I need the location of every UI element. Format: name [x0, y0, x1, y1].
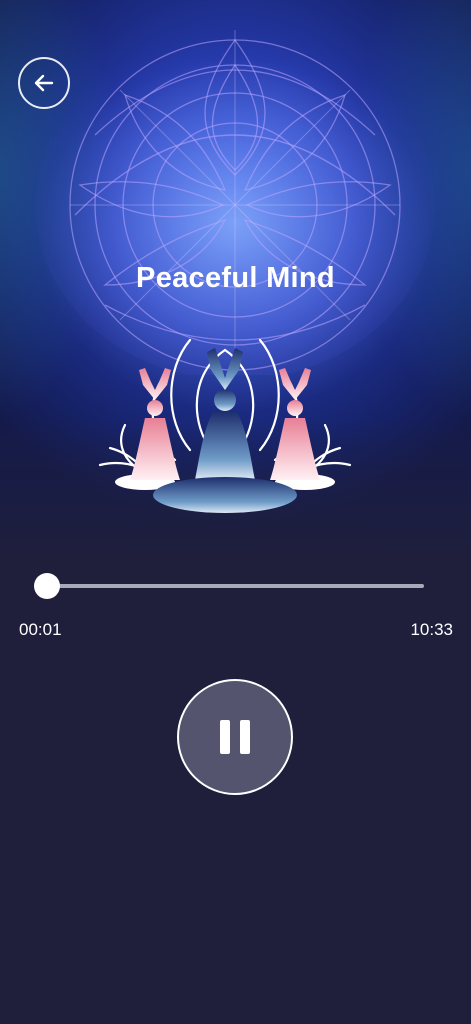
track-title: Peaceful Mind: [136, 262, 335, 294]
progress-thumb[interactable]: [33, 573, 60, 599]
pause-button[interactable]: [177, 679, 293, 795]
arrow-left-icon: [34, 74, 54, 92]
mandala-background: [35, 30, 435, 375]
progress-track[interactable]: [46, 584, 424, 588]
elapsed-time: 00:01: [19, 620, 62, 639]
meditation-illustration: [98, 338, 352, 513]
total-duration: 10:33: [410, 620, 453, 639]
pause-icon: [220, 720, 250, 754]
progress-slider[interactable]: [33, 573, 436, 599]
back-button[interactable]: [18, 57, 70, 109]
